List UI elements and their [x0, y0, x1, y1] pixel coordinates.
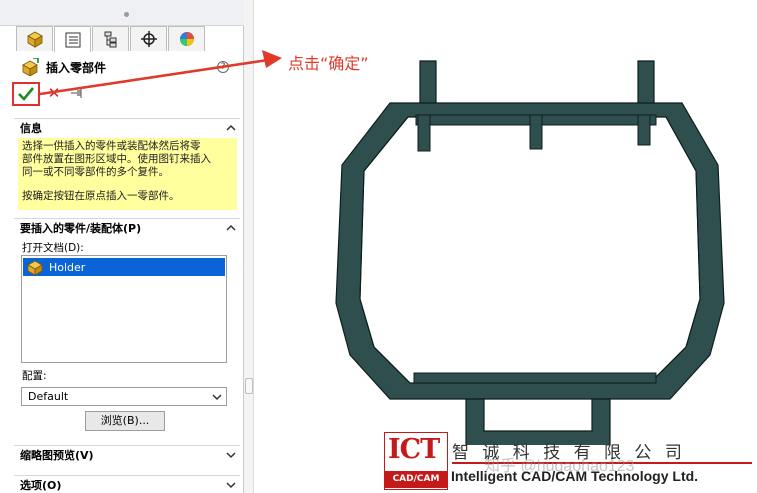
info-line: 部件放置在图形区域中。使用图钉来插入: [22, 153, 211, 165]
holder-part-view[interactable]: [320, 55, 740, 445]
options-section-label: 选项(O): [20, 478, 62, 492]
chevron-down-icon: [226, 481, 236, 488]
callout-arrow: [39, 50, 282, 96]
open-documents-list[interactable]: Holder: [21, 255, 227, 363]
thumbnail-section-label: 缩略图预览(V): [20, 448, 94, 462]
assembly-icon: [27, 260, 43, 275]
configuration-label: 配置:: [22, 370, 47, 382]
chevron-down-icon: [212, 393, 222, 400]
options-section-header[interactable]: 选项(O): [14, 475, 240, 493]
info-line: 选择一供插入的零件或装配体然后将零: [22, 140, 201, 152]
info-line: 按确定按钮在原点插入一零部件。: [22, 190, 180, 202]
chevron-down-icon: [226, 451, 236, 458]
list-item[interactable]: Holder: [23, 258, 225, 276]
thumbnail-section-header[interactable]: 缩略图预览(V): [14, 445, 240, 463]
company-logo: ICT CAD/CAM: [384, 432, 448, 490]
logo-ict-text: ICT: [388, 434, 440, 465]
configuration-dropdown[interactable]: Default: [21, 387, 227, 406]
info-line: 同一或不同零部件的多个复件。: [22, 166, 169, 178]
chevron-up-icon: [226, 124, 236, 131]
configuration-value: Default: [28, 390, 69, 403]
open-documents-label: 打开文档(D):: [22, 242, 84, 254]
document-name: Holder: [49, 260, 86, 274]
logo-cadcam-text: CAD/CAM: [385, 471, 447, 488]
info-message: 选择一供插入的零件或装配体然后将零 部件放置在图形区域中。使用图钉来插入 同一或…: [18, 138, 237, 210]
part-section-label: 要插入的零件/装配体(P): [20, 221, 142, 235]
info-section-header[interactable]: 信息: [14, 118, 240, 136]
part-section-header[interactable]: 要插入的零件/装配体(P): [14, 218, 240, 236]
browse-button[interactable]: 浏览(B)...: [85, 411, 165, 431]
company-name-english: Intelligent CAD/CAM Technology Ltd.: [451, 468, 699, 484]
splitter-handle[interactable]: [245, 378, 253, 394]
info-section-label: 信息: [20, 121, 42, 135]
chevron-up-icon: [226, 224, 236, 231]
